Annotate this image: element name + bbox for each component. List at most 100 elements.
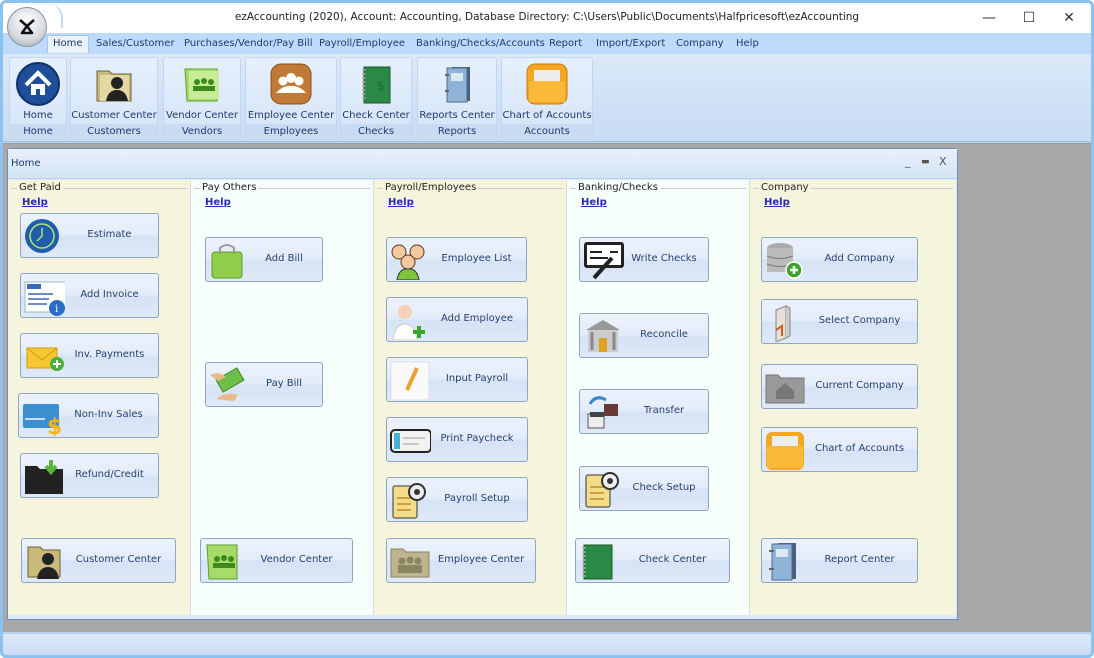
write-checks-button[interactable]: Write Checks: [579, 237, 709, 282]
non-inv-sales-button[interactable]: $ Non-Inv Sales: [18, 393, 159, 438]
ribbon-employee-center-label: Employee Center: [247, 110, 335, 121]
button-label: Reconcile: [640, 329, 688, 340]
child-title-bar: Home _ ▬ X: [8, 149, 957, 179]
database-add-icon: [766, 243, 803, 279]
help-link[interactable]: Help: [764, 197, 790, 208]
credit-card-dollar-icon: $: [23, 404, 62, 436]
customer-center-button[interactable]: Customer Center: [21, 538, 176, 583]
print-paycheck-button[interactable]: Print Paycheck: [386, 417, 528, 462]
window-title: ezAccounting (2020), Account: Accounting…: [234, 11, 860, 23]
button-label: Print Paycheck: [440, 433, 514, 444]
home-icon: [16, 62, 60, 106]
add-company-button[interactable]: Add Company: [761, 237, 918, 282]
child-restore-button[interactable]: ▬: [921, 157, 930, 167]
chart-of-accounts-button[interactable]: Chart of Accounts: [761, 427, 918, 472]
tab-import-export[interactable]: Import/Export: [591, 36, 670, 51]
transfer-button[interactable]: Transfer: [579, 389, 709, 434]
vendor-book-icon: [184, 68, 219, 102]
minimize-button[interactable]: —: [969, 7, 1009, 29]
tab-sales-customer[interactable]: Sales/Customer: [91, 36, 180, 51]
panel-title: Get Paid: [17, 182, 63, 193]
svg-text:i: i: [55, 304, 58, 315]
button-label: Add Bill: [265, 253, 303, 264]
shopping-bag-icon: [211, 244, 243, 279]
reconcile-button[interactable]: Reconcile: [579, 313, 709, 358]
add-bill-button[interactable]: Add Bill: [205, 237, 323, 282]
help-link[interactable]: Help: [22, 197, 48, 208]
ribbon: Home Home Customer Center Customers Vend…: [3, 54, 1091, 142]
child-close-button[interactable]: X: [939, 155, 947, 168]
button-label: Add Employee: [440, 313, 514, 324]
help-link[interactable]: Help: [388, 197, 414, 208]
button-label: Employee List: [441, 253, 512, 264]
panel-title: Banking/Checks: [576, 182, 660, 193]
customer-folder-icon: [96, 70, 132, 102]
tab-home[interactable]: Home: [47, 35, 89, 53]
ribbon-group-reports: Reports Center Reports: [417, 57, 497, 140]
button-label: Pay Bill: [265, 378, 302, 389]
settings-document-icon: [392, 483, 426, 519]
ribbon-group-accounts: Chart of Accounts Accounts: [501, 57, 593, 140]
input-payroll-button[interactable]: Input Payroll: [386, 357, 528, 402]
help-link[interactable]: Help: [205, 197, 231, 208]
report-center-button[interactable]: Report Center: [761, 538, 918, 583]
checkbook-icon: [582, 544, 613, 580]
transfer-icon: [587, 396, 618, 429]
button-label: Non-Inv Sales: [74, 409, 143, 420]
tab-payroll-employee[interactable]: Payroll/Employee: [314, 36, 410, 51]
panel-title: Payroll/Employees: [383, 182, 479, 193]
group-label: Checks: [341, 124, 411, 139]
notepad-pencil-icon: [390, 361, 430, 400]
check-setup-button[interactable]: Check Setup: [579, 466, 709, 511]
child-title: Home: [11, 158, 41, 169]
tab-help[interactable]: Help: [731, 36, 764, 51]
vendor-center-button[interactable]: Vendor Center: [200, 538, 353, 583]
tab-report[interactable]: Report: [544, 36, 587, 51]
document-folder-icon: [775, 305, 791, 342]
employee-list-button[interactable]: Employee List: [386, 237, 527, 282]
app-window: ezAccounting (2020), Account: Accounting…: [0, 0, 1094, 658]
child-minimize-button[interactable]: _: [905, 155, 911, 168]
tab-banking[interactable]: Banking/Checks/Accounts: [411, 36, 550, 51]
add-employee-button[interactable]: Add Employee: [386, 297, 528, 342]
envelope-add-icon: [26, 347, 64, 371]
ribbon-group-customers: Customer Center Customers: [70, 57, 158, 140]
reports-binder-icon: [445, 67, 470, 103]
button-label: Payroll Setup: [444, 493, 510, 504]
add-invoice-button[interactable]: i Add Invoice: [20, 273, 159, 318]
employee-center-button[interactable]: Employee Center: [386, 538, 536, 583]
payroll-setup-button[interactable]: Payroll Setup: [386, 477, 528, 522]
button-label: Inv. Payments: [74, 349, 145, 360]
customer-folder-icon: [27, 546, 61, 579]
ribbon-vendor-center-label: Vendor Center: [166, 110, 238, 121]
folder-download-icon: [25, 460, 63, 494]
button-label: Add Invoice: [80, 289, 139, 300]
button-label: Add Company: [824, 253, 895, 264]
close-icon: ✕: [1063, 10, 1075, 26]
help-link[interactable]: Help: [581, 197, 607, 208]
current-company-button[interactable]: Current Company: [761, 364, 918, 409]
maximize-button[interactable]: ☐: [1009, 7, 1049, 29]
clock-icon: [25, 219, 59, 253]
estimate-button[interactable]: Estimate: [20, 213, 159, 258]
ribbon-chart-of-accounts-label: Chart of Accounts: [502, 110, 592, 121]
refund-credit-button[interactable]: Refund/Credit: [20, 453, 159, 498]
paycheck-icon: [390, 429, 431, 453]
app-menu-icon: [19, 19, 35, 35]
tab-company[interactable]: Company: [671, 36, 729, 51]
add-person-icon: [392, 305, 425, 340]
ribbon-reports-center-label: Reports Center: [419, 110, 495, 121]
button-label: Report Center: [824, 554, 895, 565]
check-center-button[interactable]: Check Center: [575, 538, 730, 583]
tab-purchases-vendor[interactable]: Purchases/Vendor/Pay Bill: [179, 36, 318, 51]
title-bar: ezAccounting (2020), Account: Accounting…: [3, 3, 1091, 33]
app-menu-button[interactable]: [7, 7, 47, 47]
button-label: Chart of Accounts: [814, 443, 905, 454]
select-company-button[interactable]: Select Company: [761, 299, 918, 344]
employees-icon: [270, 63, 312, 105]
inv-payments-button[interactable]: Inv. Payments: [20, 333, 159, 378]
group-label: Vendors: [164, 124, 240, 139]
employee-folder-icon: [390, 548, 430, 578]
pay-bill-button[interactable]: Pay Bill: [205, 362, 323, 407]
close-button[interactable]: ✕: [1049, 7, 1089, 29]
